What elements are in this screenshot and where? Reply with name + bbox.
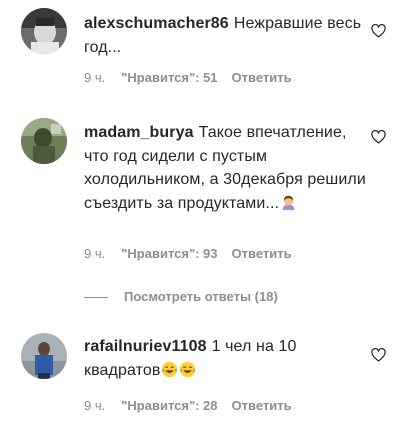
comment-time[interactable]: 9 ч. <box>84 398 105 413</box>
comment-meta: 9 ч. "Нравится": 93 Ответить <box>84 246 292 261</box>
avatar[interactable] <box>21 118 67 164</box>
avatar[interactable] <box>21 333 67 379</box>
comment-username[interactable]: madam_burya <box>84 124 194 141</box>
comment-likes[interactable]: "Нравится": 51 <box>121 70 217 85</box>
comment-username[interactable]: alexschumacher86 <box>84 15 229 32</box>
comment-text-block: madam_burya Такое впечатление, что год си… <box>84 121 369 215</box>
comment-meta: 9 ч. "Нравится": 28 Ответить <box>84 398 292 413</box>
reply-button[interactable]: Ответить <box>232 70 292 85</box>
view-replies-button[interactable]: Посмотреть ответы (18) <box>84 289 278 304</box>
comment-likes[interactable]: "Нравится": 28 <box>121 398 217 413</box>
comment-time[interactable]: 9 ч. <box>84 246 105 261</box>
heart-icon[interactable] <box>371 24 386 38</box>
comment-time[interactable]: 9 ч. <box>84 70 105 85</box>
tears-of-joy-emoji <box>161 361 178 378</box>
reply-button[interactable]: Ответить <box>232 246 292 261</box>
facepalm-woman-emoji <box>280 194 297 211</box>
comment-meta: 9 ч. "Нравится": 51 Ответить <box>84 70 292 85</box>
reply-button[interactable]: Ответить <box>232 398 292 413</box>
divider-line <box>84 297 108 299</box>
heart-icon[interactable] <box>371 348 386 362</box>
comment-text-block: rafailnuriev1108 1 чел на 10 квадратов <box>84 335 369 382</box>
avatar[interactable] <box>21 8 67 54</box>
comment-likes[interactable]: "Нравится": 93 <box>121 246 217 261</box>
tears-of-joy-emoji <box>179 361 196 378</box>
heart-icon[interactable] <box>371 130 386 144</box>
view-replies-label[interactable]: Посмотреть ответы (18) <box>124 289 278 304</box>
comment-text-block: alexschumacher86 Нежравшие весь год... <box>84 12 369 59</box>
comment-username[interactable]: rafailnuriev1108 <box>84 338 207 355</box>
